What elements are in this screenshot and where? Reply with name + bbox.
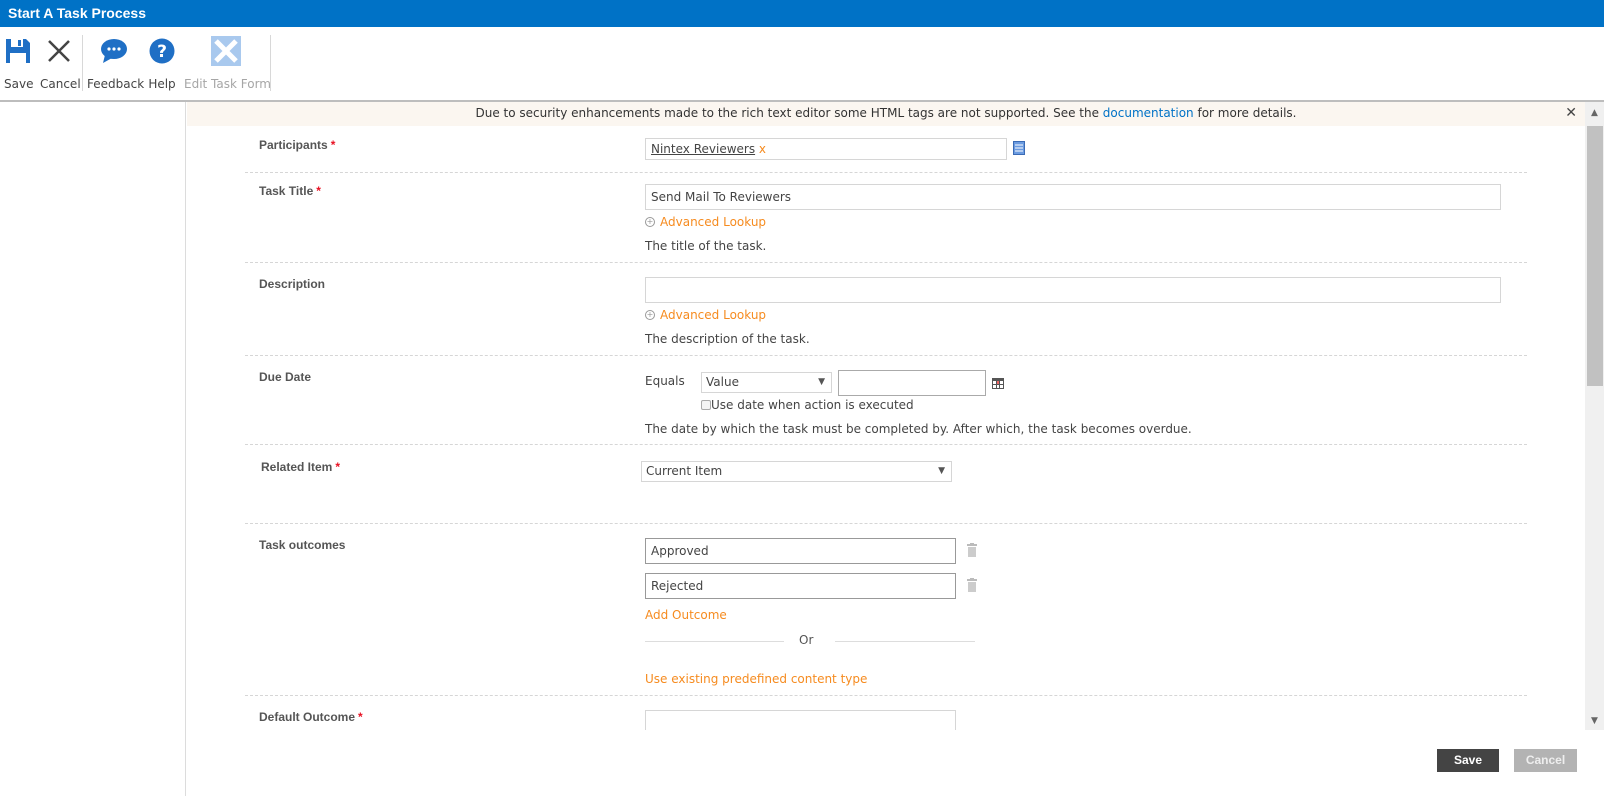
chevron-down-icon: ▼	[938, 466, 945, 476]
task-title-row: Task Title * Send Mail To Reviewers + Adva…	[245, 173, 1527, 263]
cancel-ribbon-button[interactable]: Cancel	[40, 33, 81, 91]
scrollbar-thumb[interactable]	[1587, 126, 1603, 386]
due-date-label: Due Date	[259, 370, 312, 384]
task-title-advanced-lookup[interactable]: + Advanced Lookup	[645, 215, 1501, 229]
save-ribbon-button[interactable]: Save	[4, 33, 34, 91]
edit-task-form-label: Edit Task Form	[184, 77, 271, 91]
description-help: The description of the task.	[645, 332, 810, 346]
scroll-down-icon[interactable]: ▼	[1585, 712, 1604, 730]
cancel-label: Cancel	[40, 77, 81, 91]
related-item-value: Current Item	[646, 464, 723, 478]
divider	[645, 641, 784, 642]
due-date-value-input[interactable]	[838, 370, 986, 396]
delete-outcome-icon[interactable]	[967, 543, 977, 557]
related-item-row: Related Item * Current Item ▼	[245, 445, 1527, 524]
cancel-button[interactable]: Cancel	[1514, 749, 1577, 772]
use-execution-date-label: Use date when action is executed	[711, 398, 914, 412]
participant-token: Nintex Reviewers	[651, 142, 756, 156]
due-date-row: Due Date Equals Value ▼ Use date when act…	[245, 356, 1527, 445]
calendar-icon[interactable]	[992, 378, 1004, 392]
left-pane	[0, 102, 186, 796]
description-input[interactable]	[645, 277, 1501, 303]
notice-text-end: for more details.	[1193, 106, 1297, 120]
description-label: Description	[259, 277, 326, 291]
expand-icon: +	[645, 310, 655, 320]
save-button[interactable]: Save	[1437, 749, 1499, 772]
related-item-label: Related Item *	[261, 460, 341, 474]
related-item-select[interactable]: Current Item ▼	[641, 461, 952, 482]
outcome-input-approved[interactable]: Approved	[645, 538, 956, 564]
due-date-type-select[interactable]: Value ▼	[701, 372, 832, 393]
use-execution-date-checkbox-row[interactable]: Use date when action is executed	[701, 398, 914, 412]
vertical-scrollbar[interactable]: ▲ ▼	[1585, 102, 1604, 730]
default-outcome-label: Default Outcome *	[259, 710, 363, 724]
help-ribbon-button[interactable]: ? Help	[148, 33, 176, 91]
divider	[835, 641, 975, 642]
description-row: Description + Advanced Lookup The descrip…	[245, 263, 1527, 356]
ribbon-toolbar: Save Cancel Feedback ? Help Edit Task Fo…	[0, 27, 1604, 102]
help-label: Help	[148, 77, 176, 91]
participants-row: Participants * Nintex Reviewers x	[245, 126, 1527, 173]
close-icon	[40, 33, 78, 69]
feedback-icon	[87, 33, 141, 69]
advanced-lookup-label: Advanced Lookup	[660, 215, 767, 229]
due-date-help: The date by which the task must be compl…	[645, 422, 1192, 436]
expand-icon: +	[645, 217, 655, 227]
participants-label: Participants *	[259, 138, 336, 152]
window-title: Start A Task Process	[0, 0, 1604, 27]
task-outcomes-row: Task outcomes Approved Rejected Add Outc…	[245, 524, 1527, 696]
feedback-label: Feedback	[87, 77, 145, 91]
task-title-help: The title of the task.	[645, 239, 767, 253]
form-content: Participants * Nintex Reviewers x Task Ti…	[187, 126, 1585, 730]
help-icon: ?	[148, 33, 176, 69]
due-date-type-value: Value	[706, 375, 739, 389]
svg-text:?: ?	[157, 42, 167, 62]
default-outcome-row: Default Outcome *	[245, 696, 1527, 730]
use-predefined-content-type-link[interactable]: Use existing predefined content type	[645, 672, 867, 686]
due-date-operator: Equals	[645, 374, 685, 388]
advanced-lookup-label: Advanced Lookup	[660, 308, 767, 322]
default-outcome-select[interactable]	[645, 710, 956, 730]
add-outcome-link[interactable]: Add Outcome	[645, 608, 727, 622]
remove-participant-icon[interactable]: x	[759, 142, 766, 156]
notice-text: Due to security enhancements made to the…	[475, 106, 1103, 120]
security-notice-banner: Due to security enhancements made to the…	[187, 102, 1585, 126]
edit-task-form-icon	[184, 33, 268, 69]
ribbon-separator	[270, 35, 271, 91]
task-title-input[interactable]: Send Mail To Reviewers	[645, 184, 1501, 210]
close-notice-icon[interactable]: ✕	[1565, 102, 1577, 124]
ribbon-separator	[82, 35, 83, 91]
delete-outcome-icon[interactable]	[967, 578, 977, 592]
chevron-down-icon: ▼	[818, 377, 825, 387]
edit-task-form-ribbon-button[interactable]: Edit Task Form	[184, 33, 271, 91]
use-execution-date-checkbox[interactable]	[701, 400, 711, 410]
save-icon	[4, 33, 32, 69]
or-separator-text: Or	[799, 633, 814, 647]
outcome-input-rejected[interactable]: Rejected	[645, 573, 956, 599]
address-book-icon[interactable]	[1013, 141, 1025, 158]
scroll-up-icon[interactable]: ▲	[1585, 104, 1604, 122]
feedback-ribbon-button[interactable]: Feedback	[87, 33, 145, 91]
task-outcomes-label: Task outcomes	[259, 538, 346, 552]
documentation-link[interactable]: documentation	[1103, 106, 1194, 120]
save-label: Save	[4, 77, 34, 91]
description-advanced-lookup[interactable]: + Advanced Lookup	[645, 308, 1501, 322]
participants-input[interactable]: Nintex Reviewers x	[645, 138, 1007, 160]
task-title-label: Task Title *	[259, 184, 321, 198]
